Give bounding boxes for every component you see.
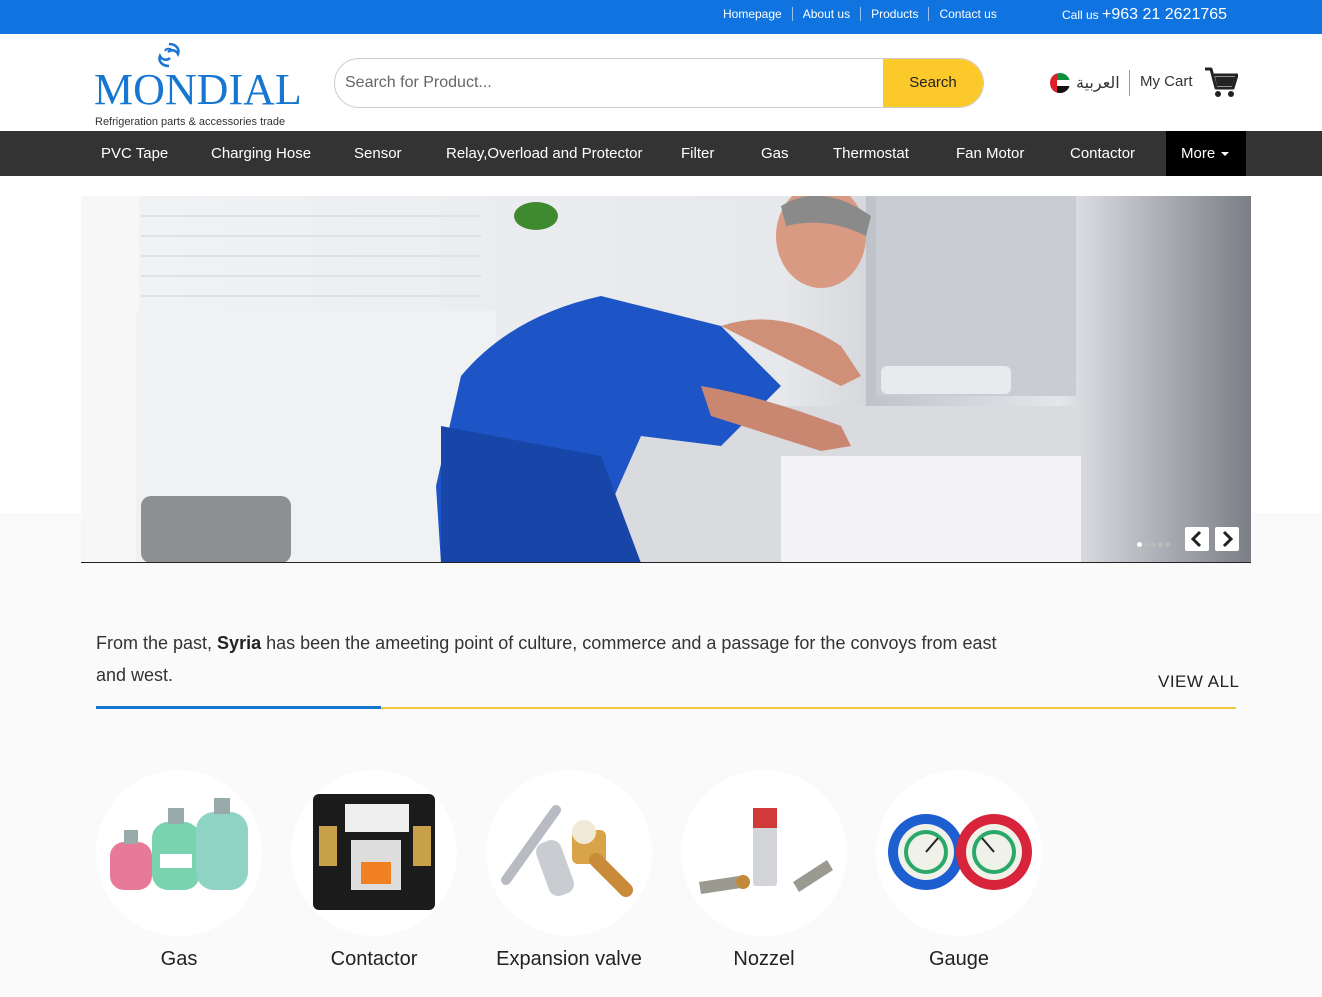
gauge-icon [888,814,1032,890]
nav-item-pvc-tape[interactable]: PVC Tape [101,131,168,176]
nav-item-relay[interactable]: Relay,Overload and Protector [446,131,643,176]
category-expansion-valve-image[interactable] [486,770,652,936]
language-label: العربية [1076,75,1120,92]
header-divider [1129,70,1130,96]
uae-flag-icon [1050,73,1070,93]
top-bar: Homepage About us Products Contact us Ca… [0,0,1322,34]
expansion-valve-icon [501,805,633,897]
header: MONDIAL Refrigeration parts & accessorie… [0,34,1322,131]
top-links: Homepage About us Products Contact us [713,7,1007,21]
slider-dot-4[interactable] [1158,542,1163,547]
category-nozzel-label: Nozzel [733,948,795,970]
nav-item-gas[interactable]: Gas [761,131,789,176]
call-label: Call us [1062,8,1099,22]
slider-next-button[interactable] [1215,527,1239,551]
category-gas-image[interactable] [96,770,262,936]
category-gas[interactable]: Gas [96,770,262,971]
slider-dot-1[interactable] [1137,542,1142,547]
nav-item-thermostat[interactable]: Thermostat [833,131,909,176]
chevron-left-icon [1190,530,1202,548]
hero-image [81,196,1251,562]
link-products[interactable]: Products [861,7,930,21]
category-expansion-valve-label: Expansion valve [496,948,642,970]
about-highlight: Syria [217,633,262,653]
nav-more-label: More [1181,145,1216,162]
slider-dot-5[interactable] [1165,542,1170,547]
nav-item-fan-motor[interactable]: Fan Motor [956,131,1024,176]
search-input[interactable] [335,59,885,107]
search-bar: Search [334,58,984,108]
contactor-icon [313,794,435,910]
nav-item-filter[interactable]: Filter [681,131,714,176]
about-text-before: From the past, [96,633,218,653]
nav-more-dropdown[interactable]: More [1166,131,1246,176]
nozzle-icon [699,808,833,894]
category-contactor-image[interactable] [291,770,457,936]
section-rule-blue [96,706,381,709]
slider-dots [1137,542,1170,547]
category-nozzel-image[interactable] [681,770,847,936]
language-switch[interactable]: العربية [1050,72,1120,94]
nav-item-sensor[interactable]: Sensor [354,131,402,176]
chevron-right-icon [1222,530,1234,548]
about-text: From the past, Syria has been the ameeti… [96,627,1016,691]
main-nav: PVC Tape Charging Hose Sensor Relay,Over… [0,131,1322,176]
logo[interactable]: MONDIAL Refrigeration parts & accessorie… [94,42,302,128]
nav-item-contactor[interactable]: Contactor [1070,131,1135,176]
category-contactor-label: Contactor [330,948,418,970]
link-contact-us[interactable]: Contact us [929,7,1006,21]
link-homepage[interactable]: Homepage [713,7,793,21]
view-all-link[interactable]: VIEW ALL [1158,672,1239,692]
link-about-us[interactable]: About us [793,7,862,21]
category-nozzel[interactable]: Nozzel [681,770,847,971]
category-gas-label: Gas [160,948,198,970]
call-us: Call us +963 21 2621765 [1062,6,1227,24]
cart-label[interactable]: My Cart [1140,73,1193,90]
category-gauge[interactable]: Gauge [876,770,1042,971]
slider-prev-button[interactable] [1185,527,1209,551]
slider-dot-2[interactable] [1144,542,1149,547]
category-gauge-image[interactable] [876,770,1042,936]
logo-name: MONDIAL [94,65,302,114]
search-button[interactable]: Search [883,59,983,107]
cart-icon[interactable] [1204,66,1238,98]
category-expansion-valve[interactable]: Expansion valve [486,770,652,971]
gas-cylinder-icon [110,798,248,890]
logo-tagline: Refrigeration parts & accessories trade [95,116,286,128]
hero-slider [81,196,1251,563]
caret-down-icon [1221,152,1230,157]
section-rule-yellow [381,707,1236,709]
category-contactor[interactable]: Contactor [291,770,457,971]
slider-dot-3[interactable] [1151,542,1156,547]
phone-number[interactable]: +963 21 2621765 [1102,6,1227,23]
category-gauge-label: Gauge [928,948,990,970]
nav-item-charging-hose[interactable]: Charging Hose [211,131,311,176]
